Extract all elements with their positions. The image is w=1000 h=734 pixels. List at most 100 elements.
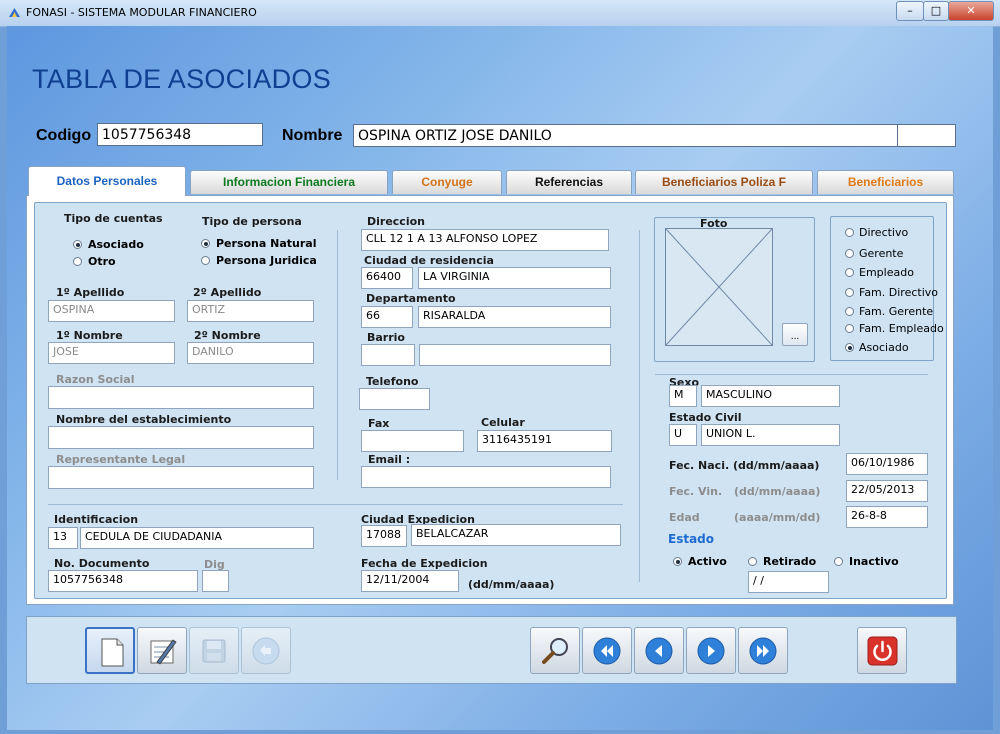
nombre-label: Nombre: [282, 127, 343, 144]
new-record-button[interactable]: [85, 627, 135, 674]
radio-inactivo-label: Inactivo: [849, 555, 899, 568]
radio-empleado-label: Empleado: [859, 266, 914, 279]
minimize-button[interactable]: –: [896, 1, 924, 21]
ciudad-input[interactable]: LA VIRGINIA: [418, 267, 611, 289]
nombre-input[interactable]: OSPINA ORTIZ JOSE DANILO: [353, 124, 898, 147]
close-button[interactable]: ✕: [948, 1, 994, 21]
nombre1-label: 1º Nombre: [56, 329, 123, 342]
direccion-input[interactable]: CLL 12 1 A 13 ALFONSO LOPEZ: [361, 229, 609, 251]
ciudad-expedicion-code-input[interactable]: 17088: [361, 525, 407, 547]
estado-civil-code-input[interactable]: U: [669, 424, 697, 446]
tab-beneficiarios-poliza[interactable]: Beneficiarios Poliza F: [635, 170, 813, 194]
radio-activo[interactable]: [673, 557, 682, 566]
save-record-button[interactable]: [189, 627, 239, 674]
browse-photo-button[interactable]: ...: [782, 323, 808, 346]
exit-button[interactable]: [857, 627, 907, 674]
radio-asociado[interactable]: [73, 240, 82, 249]
window-title: FONASI - SISTEMA MODULAR FINANCIERO: [26, 6, 257, 19]
section-divider: [48, 504, 623, 505]
estado-label: Estado: [668, 532, 715, 546]
radio-gerente[interactable]: [845, 249, 854, 258]
edad-input[interactable]: 26-8-8: [846, 506, 928, 528]
fax-input[interactable]: [361, 430, 464, 452]
radio-otro[interactable]: [73, 257, 82, 266]
estado-civil-input[interactable]: UNION L.: [701, 424, 840, 446]
tab-referencias[interactable]: Referencias: [506, 170, 632, 194]
tab-informacion-financiera[interactable]: Informacion Financiera: [190, 170, 388, 194]
identificacion-input[interactable]: CEDULA DE CIUDADANIA: [80, 527, 314, 549]
estado-fecha-input[interactable]: / /: [748, 571, 829, 593]
fecha-expedicion-input[interactable]: 12/11/2004: [361, 570, 459, 592]
last-record-button[interactable]: [738, 627, 788, 674]
razon-social-label: Razon Social: [56, 373, 135, 386]
radio-fam-gerente-label: Fam. Gerente: [859, 305, 934, 318]
undo-icon: [252, 637, 280, 665]
radio-fam-directivo[interactable]: [845, 288, 854, 297]
edit-record-button[interactable]: [137, 627, 187, 674]
nombre2-label: 2º Nombre: [194, 329, 261, 342]
radio-role-asociado[interactable]: [845, 343, 854, 352]
radio-activo-label: Activo: [688, 555, 727, 568]
departamento-code-input[interactable]: 66: [361, 306, 413, 328]
radio-directivo-label: Directivo: [859, 226, 909, 239]
undo-button[interactable]: [241, 627, 291, 674]
tab-datos-personales[interactable]: Datos Personales: [28, 166, 186, 196]
new-document-icon: [101, 638, 124, 667]
documento-label: No. Documento: [54, 557, 150, 570]
power-icon: [867, 636, 898, 666]
establecimiento-label: Nombre del establecimiento: [56, 413, 232, 426]
tipo-persona-label: Tipo de persona: [202, 215, 302, 228]
identificacion-code-input[interactable]: 13: [48, 527, 78, 549]
sexo-code-input[interactable]: M: [669, 385, 697, 407]
apellido2-input[interactable]: ORTIZ: [187, 300, 314, 322]
identificacion-label: Identificacion: [54, 513, 139, 526]
establecimiento-input[interactable]: [48, 426, 314, 449]
apellido1-label: 1º Apellido: [56, 286, 125, 299]
previous-record-button[interactable]: [634, 627, 684, 674]
codigo-label: Codigo: [36, 127, 92, 144]
window-titlebar: FONASI - SISTEMA MODULAR FINANCIERO – □ …: [0, 0, 1000, 27]
radio-fam-gerente[interactable]: [845, 307, 854, 316]
fec-naci-input[interactable]: 06/10/1986: [846, 453, 928, 475]
search-button[interactable]: [530, 627, 580, 674]
restore-button[interactable]: □: [923, 1, 949, 21]
documento-input[interactable]: 1057756348: [48, 570, 198, 592]
next-record-button[interactable]: [686, 627, 736, 674]
fecha-expedicion-format: (dd/mm/aaaa): [468, 578, 555, 591]
razon-social-input[interactable]: [48, 386, 314, 409]
radio-persona-juridica[interactable]: [201, 256, 210, 265]
radio-fam-empleado[interactable]: [845, 324, 854, 333]
photo-placeholder-icon[interactable]: [665, 228, 773, 346]
fec-vin-input[interactable]: 22/05/2013: [846, 480, 928, 502]
sexo-input[interactable]: MASCULINO: [701, 385, 840, 407]
nombre1-input[interactable]: JOSE: [48, 342, 175, 364]
first-icon: [593, 637, 621, 665]
representante-input[interactable]: [48, 466, 314, 489]
apellido1-input[interactable]: OSPINA: [48, 300, 175, 322]
last-icon: [749, 637, 777, 665]
radio-persona-natural-label: Persona Natural: [216, 237, 317, 250]
barrio-code-input[interactable]: [361, 344, 415, 366]
telefono-input[interactable]: [359, 388, 430, 410]
email-input[interactable]: [361, 466, 611, 488]
nombre2-input[interactable]: DANILO: [187, 342, 314, 364]
radio-directivo[interactable]: [845, 228, 854, 237]
departamento-input[interactable]: RISARALDA: [418, 306, 611, 328]
tab-conyuge[interactable]: Conyuge: [392, 170, 502, 194]
ciudad-expedicion-input[interactable]: BELALCAZAR: [411, 524, 621, 546]
barrio-input[interactable]: [419, 344, 611, 366]
first-record-button[interactable]: [582, 627, 632, 674]
radio-persona-natural[interactable]: [201, 239, 210, 248]
radio-otro-label: Otro: [88, 255, 116, 268]
ciudad-code-input[interactable]: 66400: [361, 267, 413, 289]
radio-empleado[interactable]: [845, 268, 854, 277]
tab-beneficiarios[interactable]: Beneficiarios: [817, 170, 954, 194]
radio-fam-directivo-label: Fam. Directivo: [859, 286, 938, 299]
radio-inactivo[interactable]: [834, 557, 843, 566]
dig-input[interactable]: [202, 570, 229, 592]
celular-input[interactable]: 3116435191: [477, 430, 612, 452]
ciudad-label: Ciudad de residencia: [364, 254, 494, 267]
codigo-input[interactable]: 1057756348: [97, 123, 263, 146]
nombre-extra-input[interactable]: [897, 124, 956, 147]
radio-retirado[interactable]: [748, 557, 757, 566]
